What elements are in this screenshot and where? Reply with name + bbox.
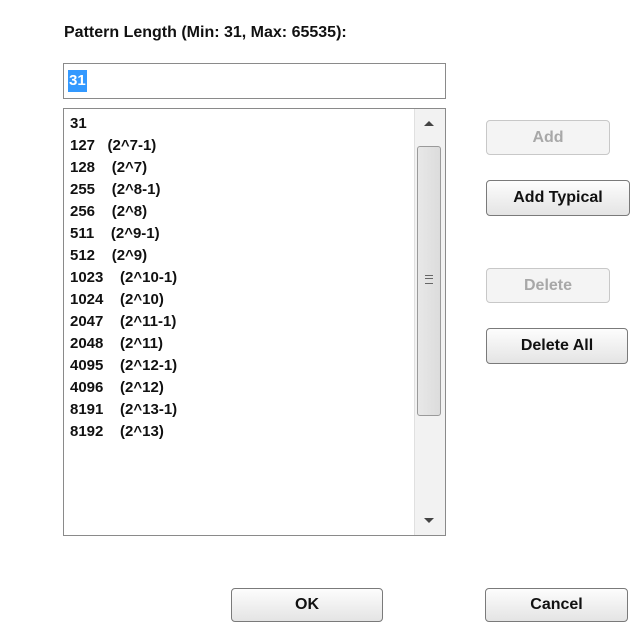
list-item[interactable]: 1024 (2^10) bbox=[68, 289, 408, 311]
delete-button[interactable]: Delete bbox=[486, 268, 610, 303]
delete-all-button[interactable]: Delete All bbox=[486, 328, 628, 364]
cancel-button[interactable]: Cancel bbox=[485, 588, 628, 622]
list-item[interactable]: 1023 (2^10-1) bbox=[68, 267, 408, 289]
pattern-length-input[interactable]: 31 bbox=[63, 63, 446, 99]
list-item[interactable]: 512 (2^9) bbox=[68, 245, 408, 267]
ok-button[interactable]: OK bbox=[231, 588, 383, 622]
add-typical-button[interactable]: Add Typical bbox=[486, 180, 630, 216]
list-item[interactable]: 4096 (2^12) bbox=[68, 377, 408, 399]
pattern-length-list[interactable]: 31 127 (2^7-1) 128 (2^7) 255 (2^8-1) 256… bbox=[63, 108, 446, 536]
list-item[interactable]: 8192 (2^13) bbox=[68, 421, 408, 443]
scrollbar-thumb[interactable] bbox=[417, 146, 441, 416]
list-item[interactable]: 128 (2^7) bbox=[68, 157, 408, 179]
chevron-up-icon[interactable] bbox=[424, 121, 434, 126]
list-item[interactable]: 255 (2^8-1) bbox=[68, 179, 408, 201]
grip-icon bbox=[425, 275, 433, 284]
pattern-length-label: Pattern Length (Min: 31, Max: 65535): bbox=[64, 24, 347, 41]
list-item[interactable]: 511 (2^9-1) bbox=[68, 223, 408, 245]
chevron-down-icon[interactable] bbox=[424, 518, 434, 523]
list-item[interactable]: 256 (2^8) bbox=[68, 201, 408, 223]
list-item[interactable]: 31 bbox=[68, 113, 408, 135]
list-item[interactable]: 2048 (2^11) bbox=[68, 333, 408, 355]
list-item[interactable]: 127 (2^7-1) bbox=[68, 135, 408, 157]
add-button[interactable]: Add bbox=[486, 120, 610, 155]
list-items: 31 127 (2^7-1) 128 (2^7) 255 (2^8-1) 256… bbox=[68, 113, 408, 443]
input-selected-text: 31 bbox=[68, 70, 87, 92]
list-item[interactable]: 4095 (2^12-1) bbox=[68, 355, 408, 377]
list-item[interactable]: 2047 (2^11-1) bbox=[68, 311, 408, 333]
list-item[interactable]: 8191 (2^13-1) bbox=[68, 399, 408, 421]
list-scrollbar[interactable] bbox=[414, 109, 445, 535]
